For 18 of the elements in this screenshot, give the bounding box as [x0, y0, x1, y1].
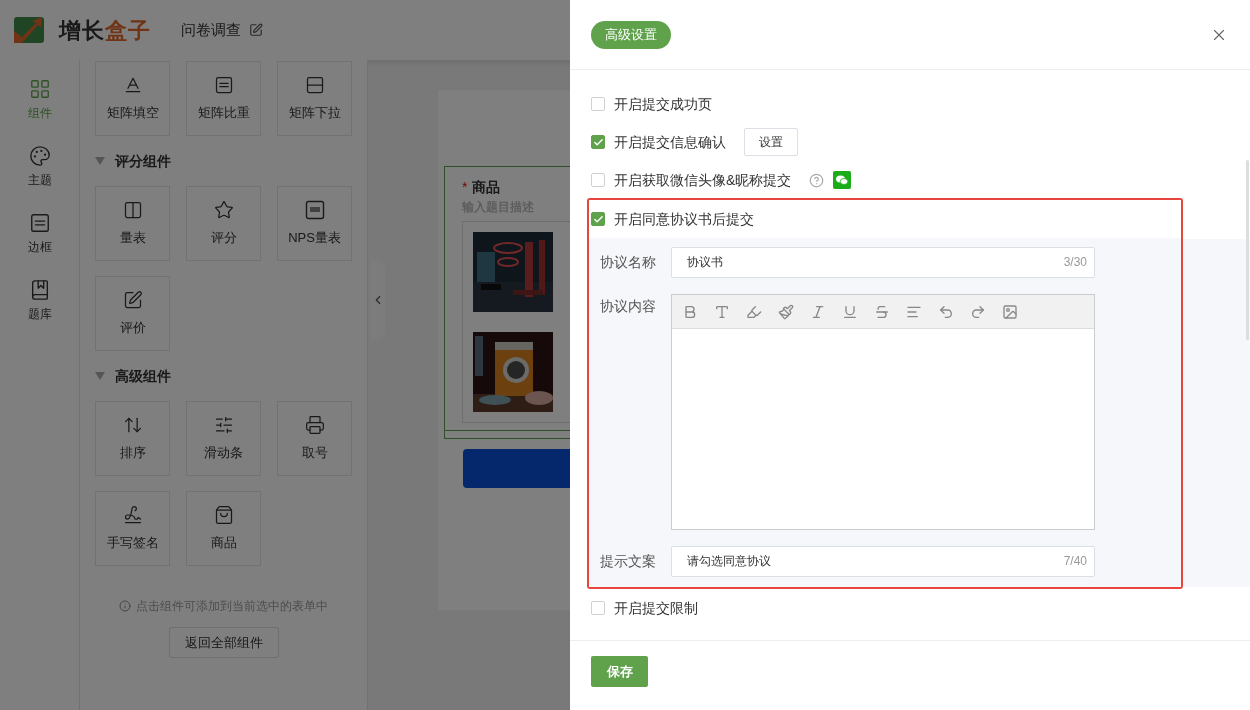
character-counter: 7/40	[1063, 554, 1087, 568]
field-label: 提示文案	[600, 552, 657, 571]
section-title: 评分组件	[115, 151, 171, 171]
option-label: 开启提交信息确认	[614, 132, 726, 152]
option-label: 开启提交成功页	[614, 94, 712, 114]
drawer-title: 高级设置	[591, 20, 671, 49]
logo-text: 盒子	[105, 17, 151, 43]
option-label: 开启提交限制	[614, 598, 698, 618]
survey-title: 问卷调查	[181, 19, 241, 40]
option-label: 开启获取微信头像&昵称提交	[614, 170, 792, 190]
field-label: 协议内容	[600, 297, 657, 316]
option-label: 开启同意协议书后提交	[614, 209, 754, 229]
logo-text: 增长	[59, 17, 105, 43]
section-title: 高级组件	[115, 366, 171, 386]
question-title: 商品	[472, 178, 501, 197]
required-mark: *	[462, 178, 468, 197]
field-label: 协议名称	[600, 253, 657, 272]
character-counter: 3/30	[1063, 255, 1087, 269]
